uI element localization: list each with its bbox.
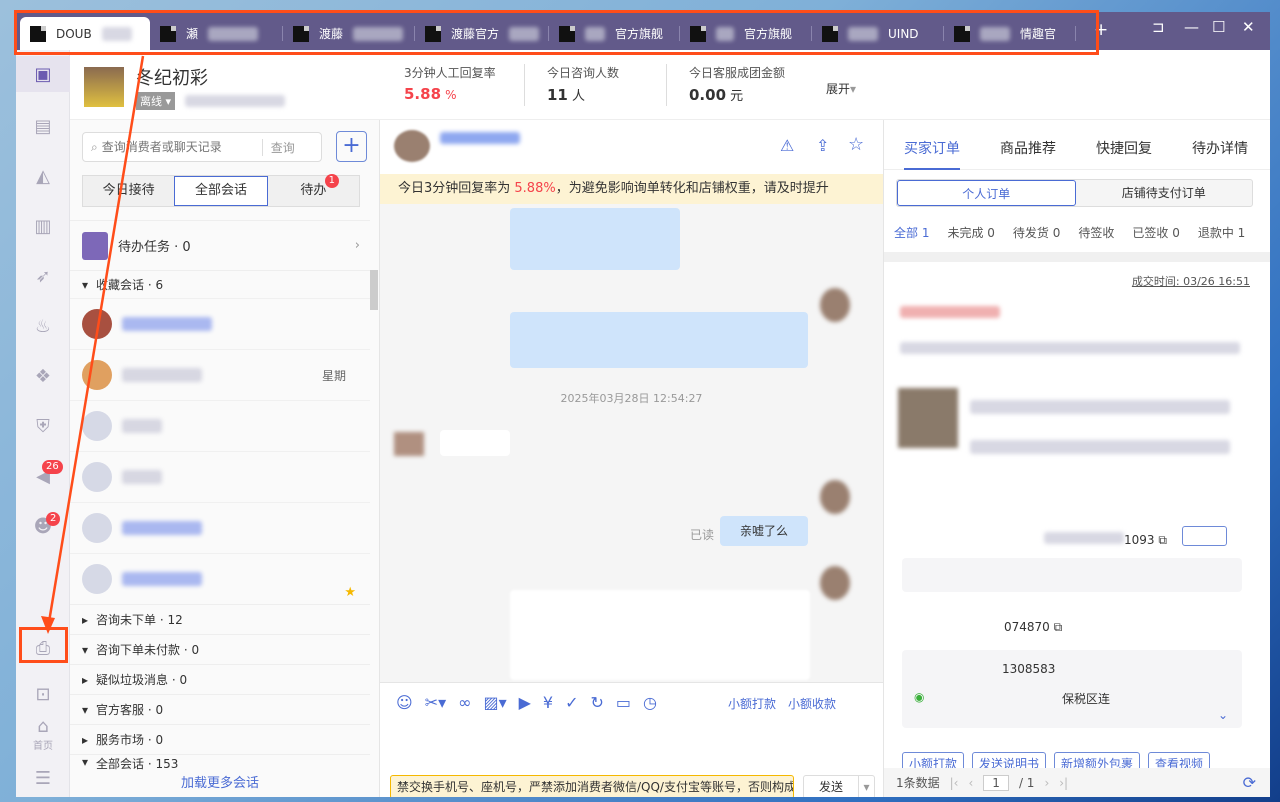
annotation-arrow	[41, 55, 145, 634]
